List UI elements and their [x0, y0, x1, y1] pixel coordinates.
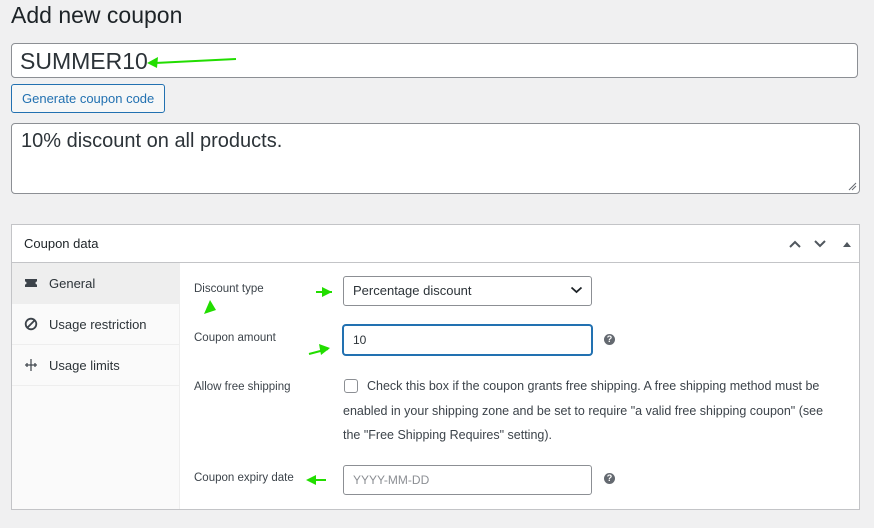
discount-type-select[interactable]: Percentage discount [343, 276, 592, 306]
description-text: 10% discount on all products. [21, 130, 283, 152]
triangle-up-icon [843, 242, 851, 247]
coupon-data-tabs: General Usage restriction Usage limits [12, 263, 180, 509]
coupon-amount-label: Coupon amount [194, 332, 276, 344]
chevron-down-icon [814, 240, 826, 248]
panel-header: Coupon data [12, 225, 859, 263]
help-icon[interactable]: ? [604, 473, 615, 484]
help-icon[interactable]: ? [604, 334, 615, 345]
expiry-date-placeholder: YYYY-MM-DD [353, 473, 430, 487]
expiry-date-input[interactable]: YYYY-MM-DD [343, 465, 592, 495]
coupon-amount-input[interactable]: 10 [343, 325, 592, 355]
chevron-up-icon [789, 240, 801, 248]
discount-type-value: Percentage discount [353, 283, 472, 298]
tab-label: Usage limits [49, 357, 120, 373]
tab-general[interactable]: General [12, 263, 179, 304]
annotation-arrow-icon [147, 57, 237, 68]
move-up-button[interactable] [785, 234, 805, 254]
block-icon [23, 316, 39, 332]
panel-title: Coupon data [24, 236, 99, 251]
description-textarea[interactable]: 10% discount on all products. [11, 123, 860, 194]
chevron-down-icon [570, 286, 583, 294]
tab-label: General [49, 275, 96, 291]
annotation-arrow-icon [306, 475, 326, 485]
tab-usage-limits[interactable]: Usage limits [12, 345, 179, 386]
tab-label: Usage restriction [49, 316, 147, 332]
annotation-arrow-icon [316, 287, 332, 297]
discount-type-label: Discount type [194, 283, 264, 295]
page-title: Add new coupon [11, 2, 183, 28]
resize-grip-icon[interactable] [848, 182, 857, 191]
expiry-date-label: Coupon expiry date [194, 472, 294, 484]
collapse-toggle-button[interactable] [837, 234, 857, 254]
free-shipping-description: Check this box if the coupon grants free… [343, 379, 824, 442]
annotation-arrow-icon [204, 300, 216, 314]
move-down-button[interactable] [810, 234, 830, 254]
annotation-arrow-icon [308, 344, 330, 355]
tab-usage-restriction[interactable]: Usage restriction [12, 304, 179, 345]
coupon-code-input[interactable]: SUMMER10 [11, 43, 858, 78]
generate-coupon-code-button[interactable]: Generate coupon code [11, 84, 166, 113]
coupon-data-panel: Coupon data General Usage restriction Us… [11, 224, 860, 510]
limits-icon [23, 357, 39, 373]
ticket-icon [23, 275, 39, 291]
free-shipping-label: Allow free shipping [194, 381, 291, 393]
